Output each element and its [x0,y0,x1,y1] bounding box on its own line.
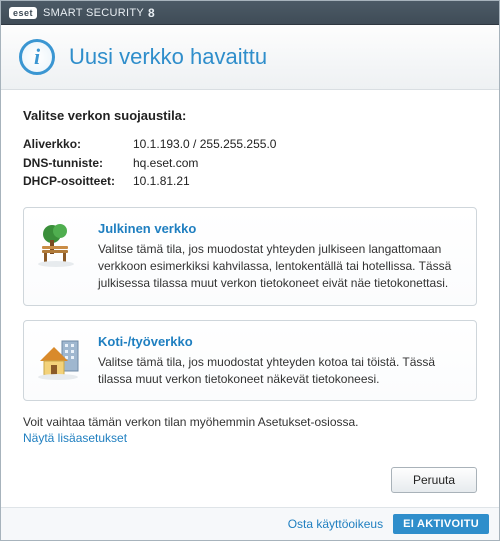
dhcp-value: 10.1.81.21 [133,172,190,191]
prompt-text: Valitse verkon suojaustila: [23,108,477,123]
option-home-title: Koti-/työverkko [98,333,462,352]
option-public-title: Julkinen verkko [98,220,462,239]
button-row: Peruuta [1,461,499,507]
dialog-window: eset SMART SECURITY 8 i Uusi verkko hava… [0,0,500,541]
dialog-header: i Uusi verkko havaittu [1,25,499,90]
option-home-desc: Valitse tämä tila, jos muodostat yhteyde… [98,354,462,389]
dns-row: DNS-tunniste: hq.eset.com [23,154,477,173]
dns-label: DNS-tunniste: [23,154,133,173]
dialog-title: Uusi verkko havaittu [69,44,267,70]
activation-status-badge[interactable]: EI AKTIVOITU [393,514,489,534]
product-name: SMART SECURITY [43,7,144,19]
subnet-row: Aliverkko: 10.1.193.0 / 255.255.255.0 [23,135,477,154]
dns-value: hq.eset.com [133,154,198,173]
note-text: Voit vaihtaa tämän verkon tilan myöhemmi… [23,415,477,429]
option-home-text: Koti-/työverkko Valitse tämä tila, jos m… [98,333,462,389]
option-public-text: Julkinen verkko Valitse tämä tila, jos m… [98,220,462,293]
brand-badge: eset [9,7,37,19]
network-details: Aliverkko: 10.1.193.0 / 255.255.255.0 DN… [23,135,477,191]
product-version: 8 [148,6,155,20]
public-network-icon [36,220,84,293]
cancel-button[interactable]: Peruuta [391,467,477,493]
option-public-desc: Valitse tämä tila, jos muodostat yhteyde… [98,241,462,293]
subnet-label: Aliverkko: [23,135,133,154]
buy-license-link[interactable]: Osta käyttöoikeus [288,517,383,531]
option-home-network[interactable]: Koti-/työverkko Valitse tämä tila, jos m… [23,320,477,402]
footer-bar: Osta käyttöoikeus EI AKTIVOITU [1,507,499,540]
dhcp-row: DHCP-osoitteet: 10.1.81.21 [23,172,477,191]
home-network-icon [36,333,84,389]
dhcp-label: DHCP-osoitteet: [23,172,133,191]
option-public-network[interactable]: Julkinen verkko Valitse tämä tila, jos m… [23,207,477,306]
advanced-settings-link[interactable]: Näytä lisäasetukset [23,431,127,445]
titlebar: eset SMART SECURITY 8 [1,1,499,25]
dialog-body: Valitse verkon suojaustila: Aliverkko: 1… [1,90,499,461]
info-icon: i [19,39,55,75]
subnet-value: 10.1.193.0 / 255.255.255.0 [133,135,276,154]
